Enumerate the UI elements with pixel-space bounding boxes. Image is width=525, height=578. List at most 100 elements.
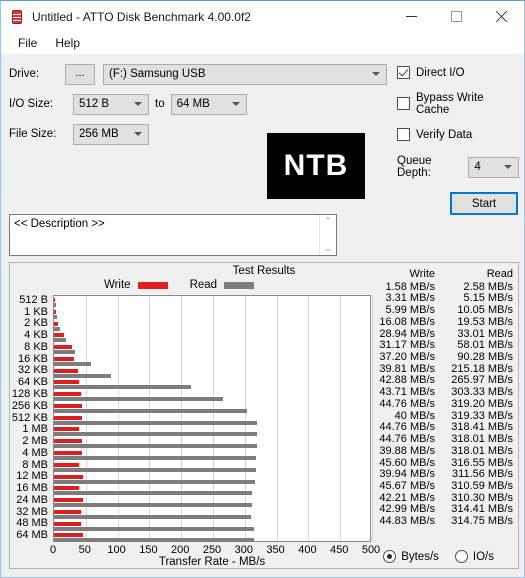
description-box[interactable]: << Description >> ⌃ ⌄ <box>9 214 337 256</box>
scroll-down-icon[interactable]: ⌄ <box>324 244 332 253</box>
menu-item-help[interactable]: Help <box>46 34 89 52</box>
bytes-per-sec-radio[interactable] <box>383 550 397 563</box>
direct-io-row[interactable]: Direct I/O <box>397 62 519 83</box>
y-axis-tick-label: 4 KB <box>24 329 48 342</box>
bar-write <box>54 474 83 479</box>
bar-write <box>54 498 84 503</box>
description-scrollbar[interactable]: ⌃ ⌄ <box>319 215 336 255</box>
y-axis-tick-label: 256 KB <box>11 399 48 412</box>
bar-read <box>54 538 255 543</box>
bypass-write-cache-row[interactable]: Bypass Write Cache <box>397 91 519 116</box>
benchmark-bar-chart <box>53 295 373 543</box>
bar-pair <box>54 474 370 487</box>
bypass-write-cache-checkbox[interactable] <box>397 97 410 110</box>
queue-depth-label: Queue Depth: <box>397 155 432 179</box>
description-text[interactable]: << Description >> <box>10 215 319 255</box>
verify-data-row[interactable]: Verify Data <box>397 124 519 145</box>
drive-label: Drive: <box>9 68 40 80</box>
drive-select[interactable]: (F:) Samsung USB <box>103 63 387 85</box>
queue-depth-select[interactable]: 4 <box>468 156 519 178</box>
drive-select-value: (F:) Samsung USB <box>109 68 206 80</box>
x-axis-tick-label: 150 <box>139 544 158 556</box>
bar-read <box>54 397 224 402</box>
x-axis-tick-label: 500 <box>361 544 381 556</box>
options-panel: Direct I/O Bypass Write Cache Verify Dat… <box>397 62 519 215</box>
y-axis-tick-label: 12 MB <box>16 470 48 483</box>
direct-io-checkbox[interactable] <box>397 66 410 79</box>
y-axis-tick-label: 2 KB <box>24 317 48 330</box>
legend-read-swatch <box>224 281 255 289</box>
y-axis-tick-label: 2 MB <box>22 435 48 448</box>
menu-item-file[interactable]: File <box>9 34 46 52</box>
legend-read-label: Read <box>189 279 218 291</box>
maximize-icon <box>451 11 462 22</box>
table-row: 37.20 MB/s 90.28 MB/s <box>371 351 513 364</box>
cell-write: 39.88 MB/s <box>379 444 435 457</box>
bar-write <box>54 356 74 361</box>
bar-pair <box>54 451 370 463</box>
minimize-button[interactable] <box>389 1 434 32</box>
bar-read <box>54 303 56 308</box>
ntb-logo-text: NTB <box>283 149 349 182</box>
browse-button[interactable]: ... <box>65 63 95 85</box>
y-axis-tick-label: 64 KB <box>18 376 48 389</box>
io-per-sec-label: IO/s <box>472 550 494 563</box>
maximize-button[interactable] <box>434 1 479 32</box>
bar-pair <box>54 415 370 428</box>
cell-write: 44.76 MB/s <box>379 397 435 410</box>
y-axis-tick-label: 4 MB <box>22 446 48 459</box>
legend-write-label: Write <box>103 279 131 291</box>
io-per-sec-radio[interactable] <box>454 550 468 563</box>
io-size-min-select[interactable]: 512 B <box>73 93 149 115</box>
y-axis-tick-label: 16 KB <box>18 352 48 365</box>
bar-read <box>54 314 58 319</box>
bar-pair <box>54 321 370 334</box>
y-axis-tick-label: 512 B <box>19 293 48 306</box>
table-header: Write Read <box>371 268 513 281</box>
bar-pair <box>54 380 370 392</box>
bar-write <box>54 368 78 373</box>
close-button[interactable] <box>479 1 524 32</box>
bar-read <box>54 385 191 390</box>
verify-data-label: Verify Data <box>416 128 473 141</box>
column-header-write: Write <box>409 268 435 280</box>
cell-write: 16.08 MB/s <box>379 315 435 328</box>
bar-read <box>54 526 254 531</box>
x-axis-tick-label: 350 <box>266 544 285 556</box>
io-size-max-value: 64 MB <box>176 98 210 110</box>
bar-write <box>54 462 80 467</box>
io-size-max-select[interactable]: 64 MB <box>170 93 247 115</box>
close-icon <box>495 10 508 23</box>
table-row: 44.83 MB/s 314.75 MB/s <box>371 515 513 528</box>
start-button[interactable]: Start <box>450 192 518 215</box>
scroll-up-icon[interactable]: ⌃ <box>324 217 332 226</box>
y-axis-tick-label: 48 MB <box>16 517 48 530</box>
y-axis-tick-label: 1 KB <box>24 305 48 318</box>
bar-read <box>54 350 75 355</box>
window-controls <box>389 1 524 32</box>
bar-pair <box>54 333 370 345</box>
bar-write <box>54 333 65 338</box>
queue-depth-value: 4 <box>474 161 481 173</box>
bar-write <box>54 392 82 397</box>
cell-write: 44.83 MB/s <box>379 515 435 528</box>
y-axis-tick-label: 64 MB <box>16 529 48 542</box>
drive-row: Drive: ... (F:) Samsung USB <box>9 62 387 86</box>
title-bar: Untitled - ATTO Disk Benchmark 4.00.0f2 <box>1 1 524 32</box>
bar-pair <box>54 356 370 369</box>
bar-read <box>54 361 91 366</box>
verify-data-checkbox[interactable] <box>397 128 410 141</box>
y-axis-tick-label: 24 MB <box>16 493 48 506</box>
file-size-value: 256 MB <box>79 128 119 140</box>
chevron-down-icon <box>504 165 512 169</box>
bar-write <box>54 521 82 526</box>
io-size-label: I/O Size: <box>9 98 54 110</box>
bypass-write-cache-label: Bypass Write Cache <box>416 91 484 116</box>
bar-write <box>54 345 73 350</box>
bar-read <box>54 467 257 472</box>
table-row: 44.76 MB/s 319.20 MB/s <box>371 397 513 411</box>
chart-legend: Write Read <box>10 279 370 291</box>
bar-pair <box>54 368 370 381</box>
file-size-select[interactable]: 256 MB <box>73 123 149 145</box>
bar-pair <box>54 345 370 357</box>
